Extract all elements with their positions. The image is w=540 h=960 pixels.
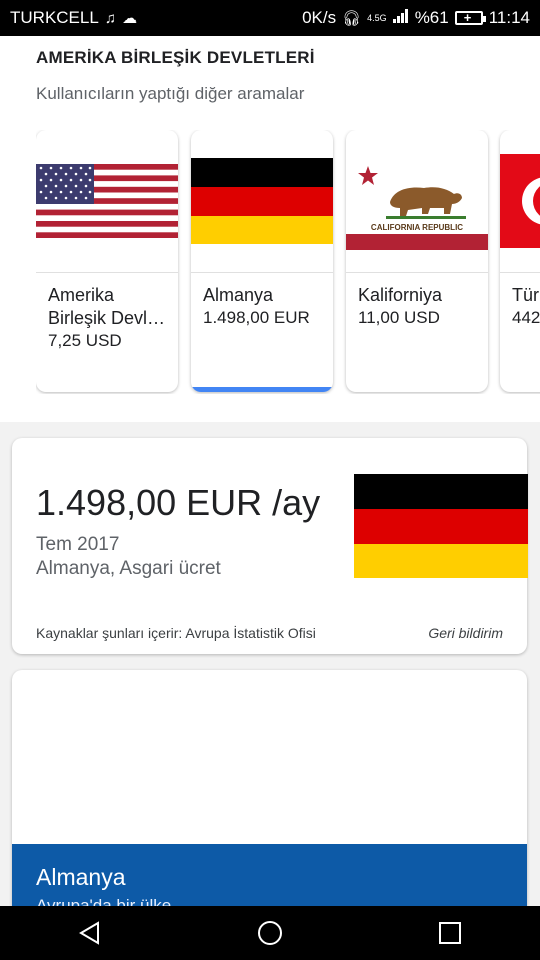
related-carousel[interactable]: Amerika Birleşik Devl… 7,25 USD Almanya … bbox=[36, 130, 540, 394]
card-flag-area bbox=[500, 130, 540, 273]
clock: 11:14 bbox=[488, 8, 530, 27]
back-triangle-icon bbox=[79, 921, 99, 945]
feedback-link[interactable]: Geri bildirim bbox=[428, 625, 503, 641]
headset-icon: 🎧︎ bbox=[342, 9, 362, 27]
usa-flag-icon bbox=[36, 164, 178, 238]
card-value: 7,25 USD bbox=[48, 331, 122, 350]
section-subtitle: Kullanıcıların yaptığı diğer aramalar bbox=[36, 84, 305, 103]
card-flag-area: CALIFORNIA REPUBLIC bbox=[346, 130, 488, 273]
card-flag-area bbox=[191, 130, 333, 273]
card-flag-area bbox=[36, 130, 178, 273]
card-value: 1.498,00 EUR bbox=[203, 308, 310, 327]
signal-icon bbox=[392, 8, 409, 28]
home-circle-icon bbox=[258, 921, 282, 945]
recents-square-icon bbox=[439, 922, 461, 944]
card-california[interactable]: CALIFORNIA REPUBLIC Kaliforniya 11,00 US… bbox=[346, 130, 488, 392]
recents-button[interactable] bbox=[420, 906, 480, 960]
section-title: AMERİKA BİRLEŞİK DEVLETLERİ bbox=[36, 48, 315, 67]
music-icon: ♫ bbox=[104, 9, 117, 27]
card-germany[interactable]: Almanya 1.498,00 EUR bbox=[191, 130, 333, 392]
card-value: 442 bbox=[512, 308, 540, 327]
germany-flag-icon bbox=[354, 474, 528, 578]
card-usa[interactable]: Amerika Birleşik Devl… 7,25 USD bbox=[36, 130, 178, 392]
selected-indicator bbox=[191, 387, 333, 392]
network-speed: 0K/s bbox=[302, 8, 337, 27]
california-flag-icon: CALIFORNIA REPUBLIC bbox=[346, 158, 488, 250]
home-button[interactable] bbox=[240, 906, 300, 960]
related-searches-section: AMERİKA BİRLEŞİK DEVLETLERİ Kullanıcılar… bbox=[0, 36, 540, 422]
sources-text[interactable]: Kaynaklar şunları içerir: Avrupa İstatis… bbox=[36, 625, 316, 641]
status-bar: TURKCELL ♫ ☁ 0K/s 🎧︎ 4.5G %61 + 11:14 bbox=[0, 0, 540, 36]
card-name: Tür bbox=[512, 285, 539, 305]
network-type: 4.5G bbox=[367, 13, 387, 23]
back-button[interactable] bbox=[60, 906, 120, 960]
carrier-label: TURKCELL bbox=[10, 8, 99, 27]
card-name: Almanya bbox=[203, 285, 274, 305]
card-value: 11,00 USD bbox=[358, 308, 440, 327]
knowledge-title: Almanya bbox=[36, 864, 126, 890]
battery-percent: %61 bbox=[414, 8, 449, 27]
navigation-bar bbox=[0, 906, 540, 960]
battery-icon: + bbox=[454, 10, 486, 25]
wage-value: 1.498,00 EUR /ay bbox=[36, 482, 321, 523]
card-name: Kaliforniya bbox=[358, 285, 443, 305]
turkey-flag-icon bbox=[500, 154, 540, 248]
wage-date: Tem 2017 bbox=[36, 534, 120, 555]
result-card: 1.498,00 EUR /ay Tem 2017 Almanya, Asgar… bbox=[12, 438, 528, 654]
germany-flag-icon bbox=[191, 158, 333, 244]
card-turkey[interactable]: Tür 442 bbox=[500, 130, 540, 392]
wage-description: Almanya, Asgari ücret bbox=[36, 558, 221, 579]
california-republic-text: CALIFORNIA REPUBLIC bbox=[371, 223, 463, 232]
cloud-icon: ☁ bbox=[122, 9, 138, 27]
card-name: Amerika Birleşik Devl… bbox=[48, 285, 166, 328]
